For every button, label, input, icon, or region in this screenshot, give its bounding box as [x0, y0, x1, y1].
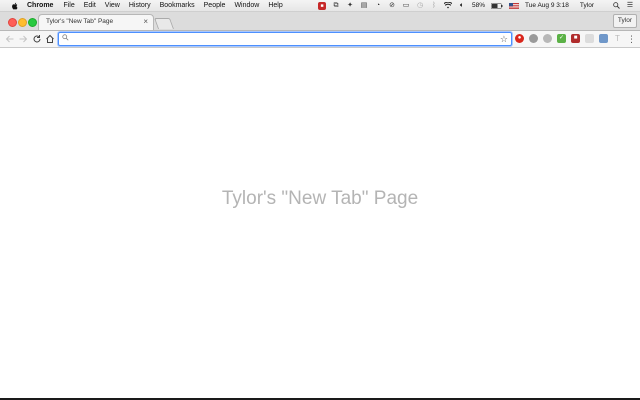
tab-active[interactable]: Tylor's "New Tab" Page ×	[38, 14, 154, 30]
airplay-icon[interactable]: ▭	[402, 2, 410, 10]
clock-app-icon[interactable]: ◔	[374, 2, 382, 10]
spotlight-search-icon[interactable]	[612, 2, 620, 10]
reload-icon[interactable]	[31, 33, 43, 45]
menu-file[interactable]: File	[63, 0, 74, 11]
home-icon[interactable]	[44, 33, 56, 45]
notification-center-icon[interactable]: ☰	[626, 2, 634, 10]
blank-extension-icon[interactable]	[585, 34, 594, 43]
status-tray: ■ ⧉ ✦ ▤ ◔ ⊘ ▭ ◷ ᛒ 🔈︎ 58% Tue Aug 9 3:18 …	[312, 0, 640, 11]
tab-close-icon[interactable]: ×	[143, 17, 148, 27]
new-tab-button[interactable]	[153, 18, 175, 29]
red-extension-icon[interactable]: ■	[571, 34, 580, 43]
menu-people[interactable]: People	[204, 0, 226, 11]
time-machine-icon[interactable]: ◷	[416, 2, 424, 10]
menu-app-chrome[interactable]: Chrome	[27, 0, 53, 11]
flag-input-source-icon[interactable]	[509, 2, 520, 10]
battery-icon[interactable]	[491, 2, 503, 10]
profile-button[interactable]: Tylor	[612, 14, 637, 28]
forward-arrow-icon[interactable]	[17, 33, 29, 45]
address-bar[interactable]: ☆	[58, 32, 512, 46]
apple-logo-icon[interactable]	[11, 2, 19, 10]
macos-menu-bar: Chrome File Edit View History Bookmarks …	[0, 0, 640, 12]
menu-help[interactable]: Help	[268, 0, 282, 11]
calendar-extension-icon[interactable]	[599, 34, 608, 43]
search-icon	[62, 34, 69, 43]
cloud-extension-icon[interactable]	[543, 34, 552, 43]
tab-title: Tylor's "New Tab" Page	[46, 18, 114, 25]
browser-toolbar: ☆ ● ✓ ■ T ⋮	[0, 31, 640, 48]
bookmark-star-icon[interactable]: ☆	[500, 33, 508, 45]
address-input[interactable]	[71, 33, 491, 45]
window-maximize-button[interactable]	[28, 18, 37, 27]
adblock-extension-icon[interactable]: ●	[515, 34, 524, 43]
tab-strip: Tylor's "New Tab" Page × Tylor	[0, 12, 640, 31]
window-close-button[interactable]	[8, 18, 17, 27]
document-status-icon[interactable]: ▤	[360, 2, 368, 10]
page-heading: Tylor's "New Tab" Page	[221, 188, 419, 209]
volume-icon[interactable]: 🔈︎	[458, 2, 466, 10]
back-arrow-icon[interactable]	[4, 33, 16, 45]
grey-extension-icon[interactable]	[529, 34, 538, 43]
no-entry-icon[interactable]: ⊘	[388, 2, 396, 10]
wifi-icon[interactable]	[444, 2, 453, 10]
text-extension-icon[interactable]: T	[613, 34, 622, 43]
menu-edit[interactable]: Edit	[84, 0, 96, 11]
menu-history[interactable]: History	[129, 0, 151, 11]
menu-view[interactable]: View	[105, 0, 120, 11]
menu-user-name[interactable]: Tylor	[580, 0, 594, 11]
menu-window[interactable]: Window	[234, 0, 259, 11]
battery-percent[interactable]: 58%	[472, 0, 485, 11]
menu-clock[interactable]: Tue Aug 9 3:18	[525, 0, 569, 11]
window-minimize-button[interactable]	[18, 18, 27, 27]
page-content: Tylor's "New Tab" Page	[0, 48, 640, 400]
stop-extension-icon[interactable]: ■	[318, 1, 327, 10]
green-extension-icon[interactable]: ✓	[557, 34, 566, 43]
chrome-menu-icon[interactable]: ⋮	[627, 33, 636, 45]
menu-bookmarks[interactable]: Bookmarks	[160, 0, 195, 11]
bluetooth-icon[interactable]: ᛒ	[430, 2, 438, 10]
copy-windows-icon[interactable]: ⧉	[332, 2, 340, 10]
dropbox-icon[interactable]: ✦	[346, 2, 354, 10]
